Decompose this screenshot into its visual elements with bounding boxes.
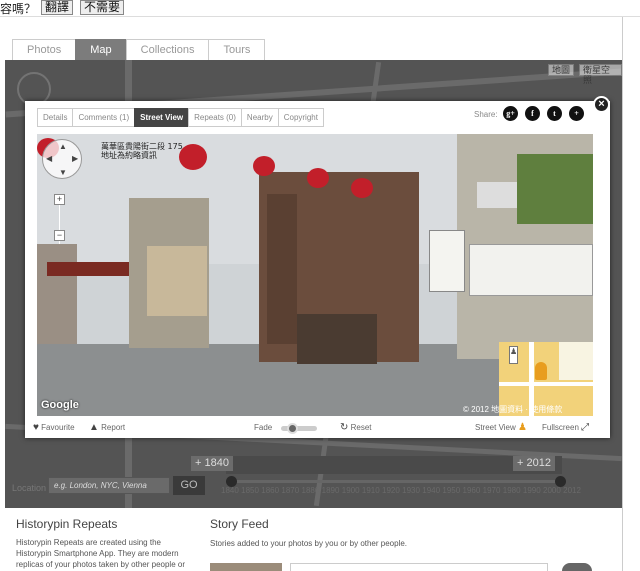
tab-details[interactable]: Details	[37, 108, 74, 127]
timeline-year-1920: 1920	[382, 486, 400, 495]
timeline-year-labels: 1840 1850 1860 1870 1880 1890 1900 1910 1920 1930…	[221, 486, 581, 495]
photo-modal: Details Comments (1) Street View Repeats…	[25, 101, 610, 438]
zoom-in-button[interactable]: +	[54, 194, 65, 205]
street-view-panorama[interactable]: ▲ ▼ ◀ ▶ 萬華區貴陽街二段 175 地址為約略資訊 + − ♟ Googl…	[37, 134, 593, 416]
reset-button[interactable]: ↻ Reset	[340, 423, 372, 433]
timeline-year-1980: 1980	[502, 486, 521, 495]
tab-copyright[interactable]: Copyright	[277, 108, 324, 127]
translate-question: 容嗎？	[0, 2, 37, 16]
street-view-address: 萬華區貴陽街二段 175 地址為約略資訊	[101, 142, 183, 160]
map-type-map-button[interactable]: 地圖	[548, 64, 575, 76]
twitter-icon[interactable]: t	[547, 106, 562, 121]
main-tabs: Photos Map Collections Tours	[12, 39, 266, 61]
timeline-year-1930: 1930	[402, 486, 420, 495]
google-logo: Google	[41, 399, 79, 411]
translate-bar: 容嗎？ 翻譯 不需要	[0, 0, 640, 17]
tab-collections[interactable]: Collections	[125, 39, 210, 61]
timeline-year-1940: 1940	[422, 486, 441, 495]
location-label: Location	[12, 483, 47, 493]
warning-icon: ▲	[89, 422, 99, 433]
story-feed-text: Stories added to your photos by you or b…	[210, 539, 408, 548]
timeline-year-2000: 2000	[543, 486, 561, 495]
fade-slider-handle[interactable]	[287, 423, 298, 434]
street-view-zoom-control: + −	[54, 194, 69, 244]
timeline-bar	[226, 456, 562, 474]
location-input[interactable]: e.g. London, NYC, Vienna	[48, 477, 170, 494]
timeline-year-2012: 2012	[563, 486, 581, 495]
timeline-year-1860: 1860	[261, 486, 280, 495]
timeline-end-year[interactable]: + 2012	[513, 456, 555, 471]
story-submit-button[interactable]	[562, 563, 592, 571]
repeats-title: Historypin Repeats	[16, 517, 118, 531]
tab-street-view[interactable]: Street View	[134, 108, 190, 127]
heart-icon: ♥	[33, 422, 39, 433]
report-button[interactable]: ▲ Report	[89, 423, 125, 433]
tab-tours[interactable]: Tours	[208, 39, 266, 61]
timeline-start-year[interactable]: + 1840	[191, 456, 233, 471]
fullscreen-button[interactable]: Fullscreen ⤢	[542, 423, 589, 433]
timeline-year-1950: 1950	[442, 486, 461, 495]
timeline-year-1840: 1840	[221, 486, 239, 495]
timeline-year-1990: 1990	[522, 486, 541, 495]
add-icon[interactable]: +	[569, 106, 584, 121]
close-modal-button[interactable]: ×	[593, 96, 610, 113]
street-view-compass[interactable]: ▲ ▼ ◀ ▶	[42, 139, 82, 179]
repeats-text: Historypin Repeats are created using the…	[16, 538, 185, 569]
timeline-year-1970: 1970	[482, 486, 501, 495]
timeline-year-1890: 1890	[321, 486, 340, 495]
tab-photos[interactable]: Photos	[12, 39, 77, 61]
timeline-year-1880: 1880	[301, 486, 320, 495]
story-input[interactable]	[290, 563, 548, 571]
go-button[interactable]: GO	[173, 476, 205, 495]
story-feed-title: Story Feed	[210, 517, 269, 531]
reset-icon: ↻	[340, 422, 349, 433]
facebook-icon[interactable]: f	[525, 106, 540, 121]
map-type-satellite-button[interactable]: 衛星空照	[579, 64, 622, 85]
tab-repeats[interactable]: Repeats (0)	[188, 108, 242, 127]
tab-map[interactable]: Map	[75, 39, 127, 61]
tab-nearby[interactable]: Nearby	[240, 108, 279, 127]
pegman-icon[interactable]: ♟	[509, 346, 518, 364]
timeline-year-1850: 1850	[241, 486, 259, 495]
timeline-year-1900: 1900	[341, 486, 360, 495]
street-view-link[interactable]: Street View ♟	[475, 423, 527, 433]
page-divider	[622, 17, 623, 571]
modal-footer: ♥ Favourite ▲ Report Fade ↻ Reset Street…	[25, 419, 610, 438]
story-thumbnail[interactable]	[210, 563, 282, 571]
pegman-small-icon: ♟	[518, 422, 527, 433]
timeline-year-1870: 1870	[281, 486, 300, 495]
modal-tabs: Details Comments (1) Street View Repeats…	[37, 108, 324, 127]
timeline-year-1910: 1910	[361, 486, 380, 495]
tab-comments[interactable]: Comments (1)	[72, 108, 136, 127]
zoom-out-button[interactable]: −	[54, 230, 65, 241]
decline-translate-button[interactable]: 不需要	[80, 0, 125, 15]
street-view-copyright: © 2012 地圖資料 · 使用條款	[463, 405, 563, 414]
street-view-position-marker	[535, 362, 547, 380]
timeline-year-1960: 1960	[462, 486, 481, 495]
favourite-button[interactable]: ♥ Favourite	[33, 423, 75, 433]
translate-button[interactable]: 翻譯	[41, 0, 74, 15]
fullscreen-icon: ⤢	[581, 422, 590, 433]
timeline-track[interactable]	[230, 480, 560, 483]
share-label: Share:	[474, 110, 498, 119]
fade-label: Fade	[254, 423, 273, 432]
google-plus-icon[interactable]: g+	[503, 106, 518, 121]
